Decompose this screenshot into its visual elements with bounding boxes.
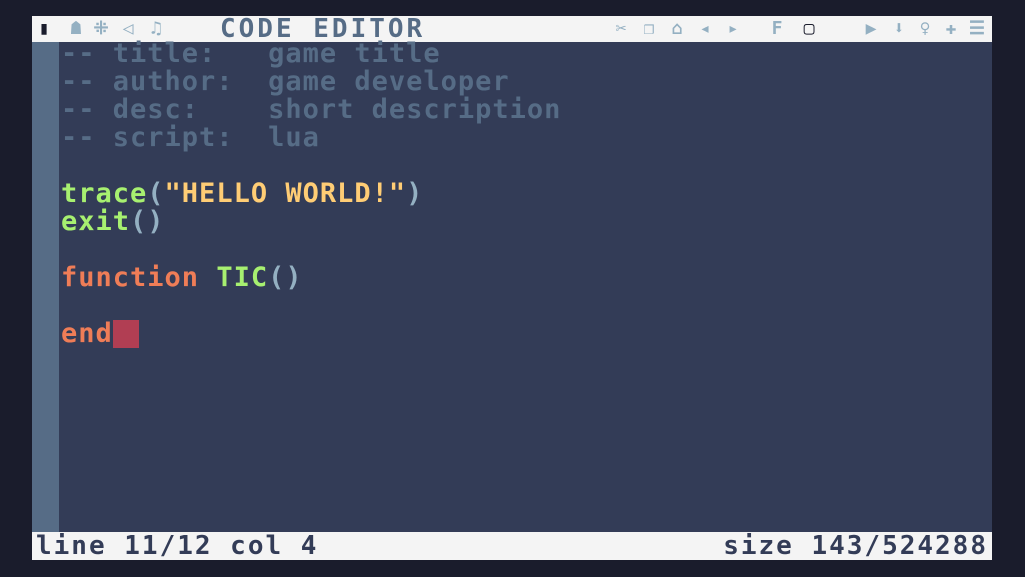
status-bar: line 11/12 col 4 size 143/524288 xyxy=(32,532,992,560)
code-editor-tab-icon[interactable]: ▮ xyxy=(36,20,52,38)
sfx-editor-tab-icon[interactable]: ◁ xyxy=(118,20,138,38)
outline-icon[interactable]: ♀ xyxy=(914,20,936,38)
comment-value: short description xyxy=(268,94,562,125)
comment-value: game title xyxy=(268,38,441,69)
code-line: exit() xyxy=(61,208,165,236)
keyword: function xyxy=(61,262,200,293)
code-line: function TIC() xyxy=(61,264,303,292)
comment-value: game developer xyxy=(268,66,510,97)
zoom-icon[interactable]: ✚ xyxy=(940,20,962,38)
code-size: size 143/524288 xyxy=(723,531,988,561)
comment-value: lua xyxy=(268,122,320,153)
function-name: TIC xyxy=(216,262,269,293)
paren: () xyxy=(130,206,165,237)
comment-key: -- title: xyxy=(61,38,217,69)
copy-icon[interactable]: ❐ xyxy=(638,20,660,38)
comment-key: -- author: xyxy=(61,66,234,97)
find-icon[interactable]: F xyxy=(766,20,788,38)
line-gutter[interactable] xyxy=(32,42,59,532)
function-call: trace xyxy=(61,178,148,209)
comment-key: -- script: xyxy=(61,122,234,153)
paren: ( xyxy=(147,178,165,209)
code-area[interactable]: -- title: game title -- author: game dev… xyxy=(61,40,992,532)
comment-key: -- desc: xyxy=(61,94,200,125)
code-line: -- script: lua xyxy=(61,124,320,152)
undo-icon[interactable]: ◂ xyxy=(694,20,716,38)
keyword: end xyxy=(61,318,113,349)
map-editor-tab-icon[interactable]: ⁜ xyxy=(90,20,112,38)
text-cursor xyxy=(112,320,139,348)
cut-icon[interactable]: ✂ xyxy=(610,20,632,38)
redo-icon[interactable]: ▸ xyxy=(722,20,744,38)
code-line: -- desc: short description xyxy=(61,96,561,124)
sprite-editor-tab-icon[interactable]: ☗ xyxy=(66,20,86,38)
string-literal: "HELLO WORLD!" xyxy=(164,178,407,209)
bookmark-icon[interactable]: ⬇ xyxy=(888,20,910,38)
code-line: end xyxy=(61,320,139,348)
tic80-screen: ▮ ☗ ⁜ ◁ ♫ CODE EDITOR ✂ ❐ ⌂ ◂ ▸ F ▢ ▶ ⬇ … xyxy=(32,16,992,560)
menu-icon[interactable]: ☰ xyxy=(966,20,988,38)
paste-icon[interactable]: ⌂ xyxy=(666,20,688,38)
run-icon[interactable]: ▶ xyxy=(860,20,882,38)
music-editor-tab-icon[interactable]: ♫ xyxy=(144,20,168,38)
paren: ) xyxy=(406,178,424,209)
cursor-position: line 11/12 col 4 xyxy=(36,531,319,561)
goto-icon[interactable]: ▢ xyxy=(798,20,820,38)
function-call: exit xyxy=(61,206,131,237)
code-line: -- author: game developer xyxy=(61,68,510,96)
code-line: trace("HELLO WORLD!") xyxy=(61,180,423,208)
code-line: -- title: game title xyxy=(61,40,441,68)
paren: () xyxy=(268,262,303,293)
